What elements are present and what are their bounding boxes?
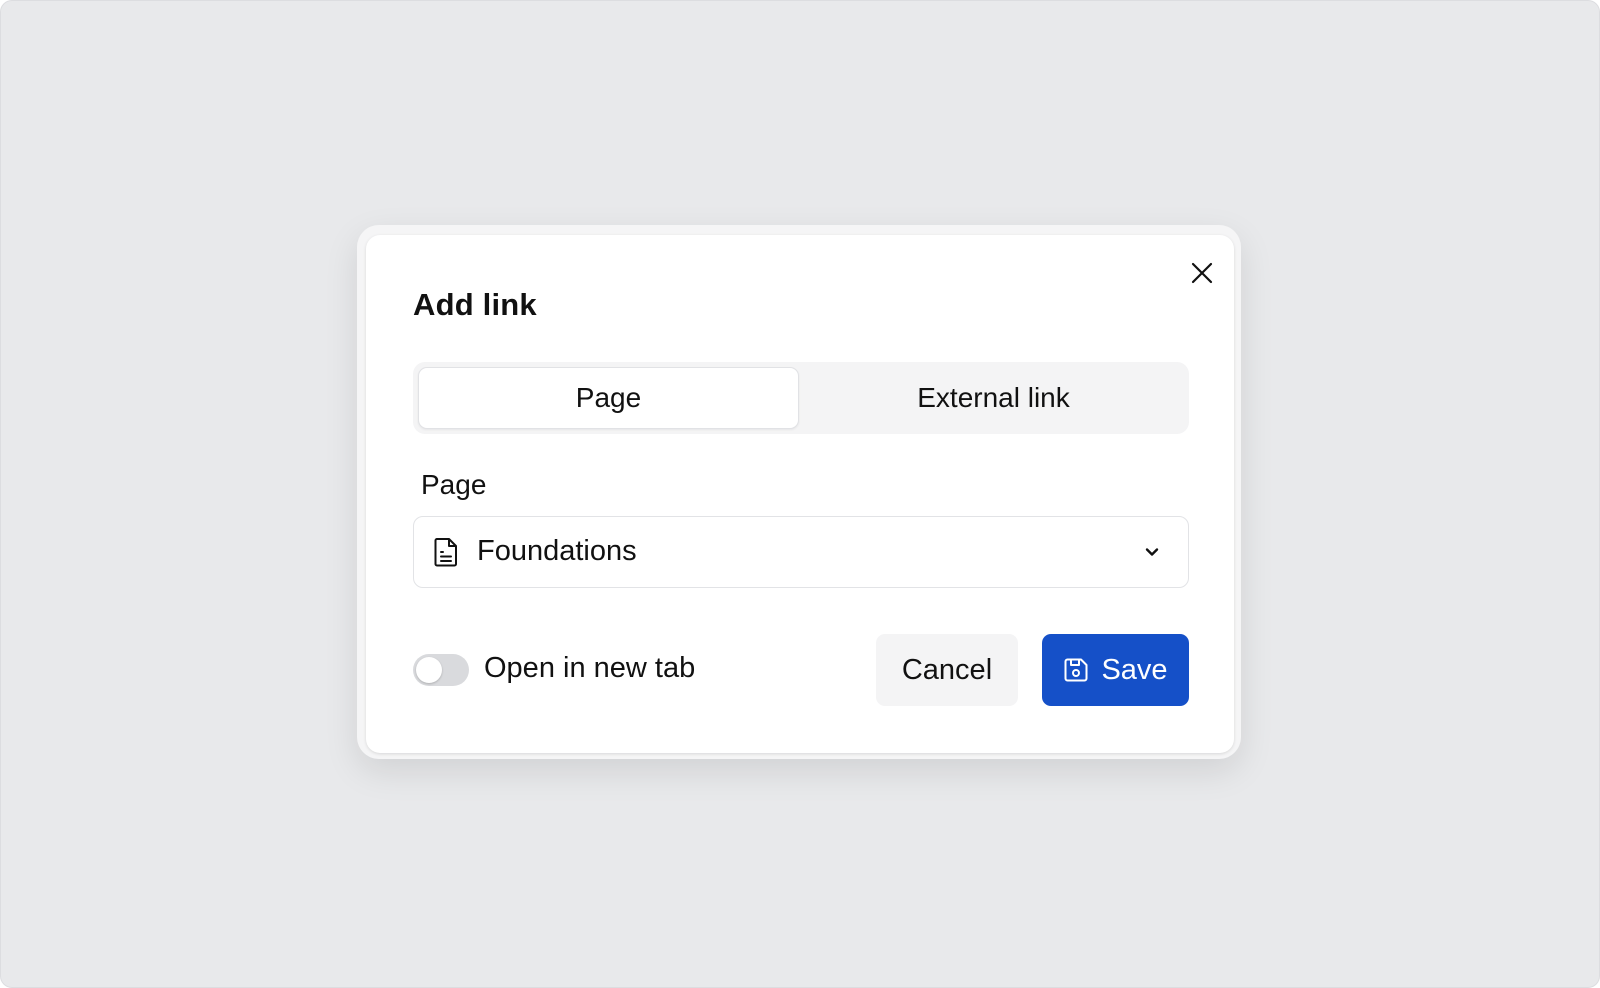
cancel-button-label: Cancel xyxy=(901,653,993,686)
open-in-new-tab-toggle[interactable] xyxy=(413,654,469,686)
chevron-down-icon xyxy=(1145,548,1159,556)
dialog-title: Add link xyxy=(413,287,537,322)
tab-external-link[interactable]: External link xyxy=(803,367,1184,429)
tab-page[interactable]: Page xyxy=(418,367,799,429)
page-field-label: Page xyxy=(421,469,487,500)
cancel-button[interactable]: Cancel xyxy=(876,634,1018,706)
save-button[interactable]: Save xyxy=(1042,634,1189,706)
open-in-new-tab-label: Open in new tab xyxy=(484,652,696,684)
close-button[interactable] xyxy=(1184,255,1220,291)
close-icon xyxy=(1191,262,1213,284)
page-select-value: Foundations xyxy=(477,535,637,567)
page-select[interactable]: Foundations xyxy=(413,516,1189,588)
floppy-disk-icon xyxy=(1064,658,1088,682)
add-link-dialog: Add link Page External link Page Foundat… xyxy=(366,235,1234,753)
link-type-tabs: Page External link xyxy=(413,362,1189,434)
save-button-label: Save xyxy=(1101,653,1168,686)
toggle-knob xyxy=(416,657,442,683)
document-icon xyxy=(434,538,457,567)
